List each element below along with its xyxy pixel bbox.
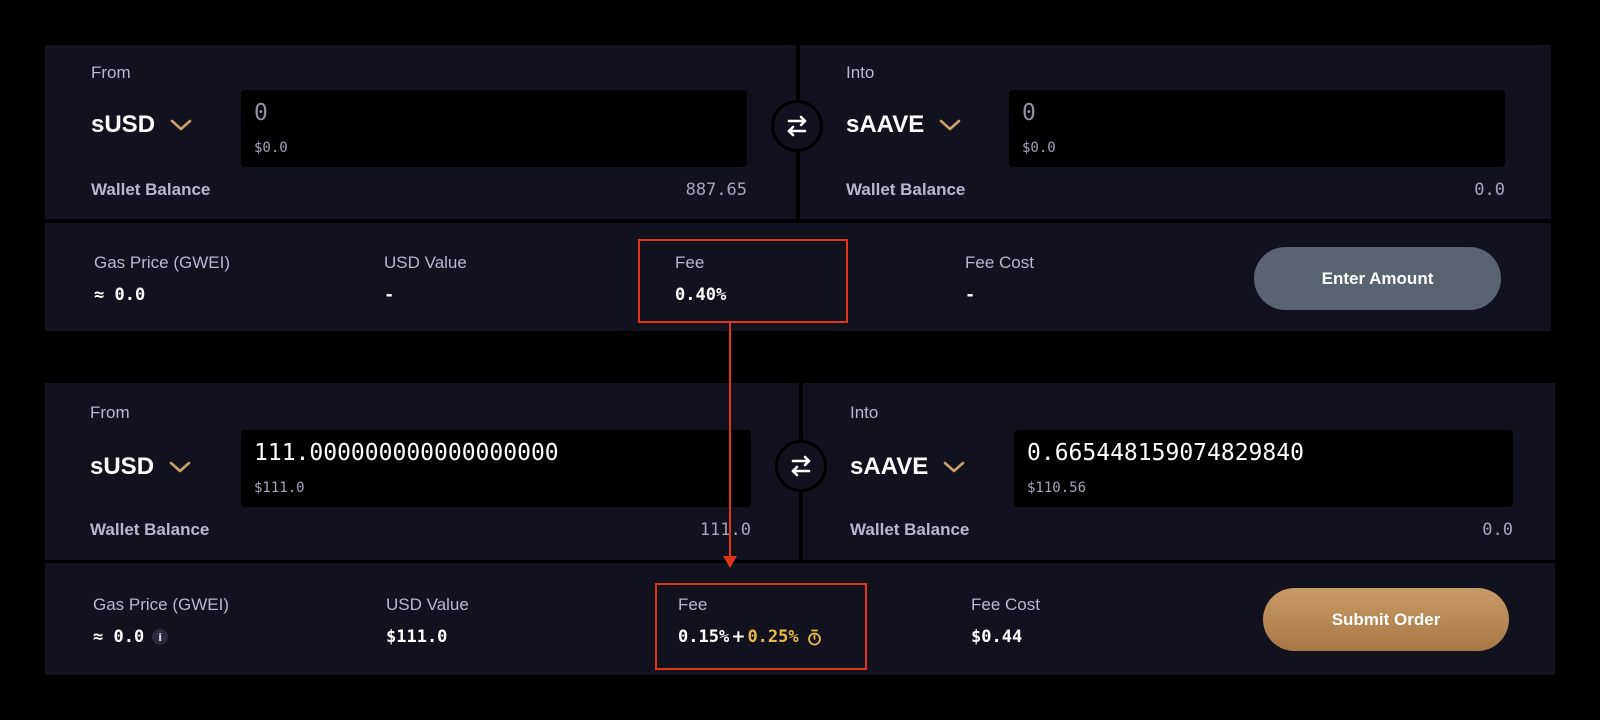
top-from-panel: From sUSD 0 $0.0 Wallet Balance 887.65 xyxy=(45,45,796,219)
swap-direction-button[interactable] xyxy=(771,100,823,152)
bottom-into-panel: Into sAAVE 0.665448159074829840 $110.56 … xyxy=(803,383,1555,560)
chevron-down-icon xyxy=(943,461,965,473)
from-label: From xyxy=(91,63,131,82)
chevron-down-icon xyxy=(169,461,191,473)
into-amount-value: 0 xyxy=(1022,100,1036,126)
fee-cost-value: $0.44 xyxy=(971,627,1023,647)
into-wallet-balance-value: 0.0 xyxy=(1474,180,1505,200)
swap-arrows-icon xyxy=(787,115,807,137)
into-label: Into xyxy=(850,403,879,422)
from-label: From xyxy=(90,403,130,422)
into-token-symbol: sAAVE xyxy=(850,453,929,480)
from-wallet-balance-label: Wallet Balance xyxy=(90,520,210,539)
gas-price-label: Gas Price (GWEI) xyxy=(93,595,230,614)
from-amount-input[interactable]: 0 $0.0 xyxy=(241,90,747,167)
enter-amount-button[interactable]: Enter Amount xyxy=(1254,247,1501,310)
gas-price-label: Gas Price (GWEI) xyxy=(94,253,231,272)
annotation-arrow xyxy=(723,322,737,568)
into-usd-value: $0.0 xyxy=(1022,140,1056,156)
from-token-symbol: sUSD xyxy=(91,111,156,138)
into-amount-input[interactable]: 0.665448159074829840 $110.56 xyxy=(1014,430,1513,507)
from-amount-input[interactable]: 111.000000000000000000 $111.0 xyxy=(241,430,751,507)
into-token-symbol: sAAVE xyxy=(846,111,925,138)
into-wallet-balance-label: Wallet Balance xyxy=(846,180,966,199)
swap-direction-button[interactable] xyxy=(775,440,827,492)
into-amount-input[interactable]: 0 $0.0 xyxy=(1009,90,1505,167)
submit-order-button[interactable]: Submit Order xyxy=(1263,588,1509,651)
chevron-down-icon xyxy=(939,119,961,131)
from-usd-value: $111.0 xyxy=(254,480,305,496)
usd-value-label: USD Value xyxy=(384,253,467,272)
gas-price-value-row: ≈ 0.0 i xyxy=(93,627,169,647)
from-wallet-balance-value: 887.65 xyxy=(685,180,747,200)
from-amount-value: 0 xyxy=(254,100,268,126)
into-amount-value: 0.665448159074829840 xyxy=(1027,440,1304,466)
into-wallet-balance-value: 0.0 xyxy=(1482,520,1513,540)
fee-cost-value: - xyxy=(965,285,976,305)
into-usd-value: $110.56 xyxy=(1027,480,1087,496)
gas-price-value: ≈ 0.0 xyxy=(94,285,146,305)
fee-highlight-box-top xyxy=(638,239,848,323)
into-wallet-balance-label: Wallet Balance xyxy=(850,520,970,539)
swap-arrows-icon xyxy=(791,455,811,477)
chevron-down-icon xyxy=(170,119,192,131)
into-token-selector[interactable]: sAAVE xyxy=(846,111,962,139)
info-icon[interactable]: i xyxy=(152,629,169,645)
from-wallet-balance-label: Wallet Balance xyxy=(91,180,211,199)
fee-cost-label: Fee Cost xyxy=(965,253,1034,272)
gas-price-value: ≈ 0.0 xyxy=(93,627,145,647)
into-token-selector[interactable]: sAAVE xyxy=(850,453,966,481)
from-usd-value: $0.0 xyxy=(254,140,288,156)
top-into-panel: Into sAAVE 0 $0.0 Wallet Balance 0.0 xyxy=(800,45,1551,219)
usd-value: - xyxy=(384,285,395,305)
fee-highlight-box-bottom xyxy=(655,583,867,670)
from-token-symbol: sUSD xyxy=(90,453,155,480)
from-token-selector[interactable]: sUSD xyxy=(90,453,192,481)
usd-value: $111.0 xyxy=(386,627,448,647)
bottom-from-panel: From sUSD 111.000000000000000000 $111.0 … xyxy=(45,383,799,560)
from-amount-value: 111.000000000000000000 xyxy=(254,440,559,466)
into-label: Into xyxy=(846,63,875,82)
usd-value-label: USD Value xyxy=(386,595,469,614)
from-token-selector[interactable]: sUSD xyxy=(91,111,193,139)
fee-cost-label: Fee Cost xyxy=(971,595,1040,614)
